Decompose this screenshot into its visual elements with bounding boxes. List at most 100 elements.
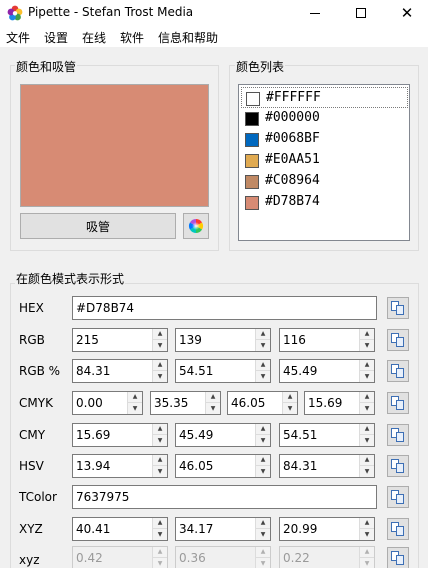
hex-field[interactable]: #D78B74 (72, 296, 377, 320)
copy-icon (391, 459, 405, 473)
spin-buttons[interactable]: ▲ ▼ (255, 360, 270, 382)
xyz-norm-y-value: 0.36 (179, 551, 206, 565)
cmyk-k-stepper[interactable]: 15.69 ▲ ▼ (304, 391, 375, 415)
copy-icon (391, 490, 405, 504)
rgb-label: RGB (19, 333, 45, 347)
spin-buttons: ▲ ▼ (255, 547, 270, 568)
copy-cmy-button[interactable] (387, 424, 409, 446)
spin-buttons[interactable]: ▲ ▼ (255, 424, 270, 446)
spin-buttons[interactable]: ▲ ▼ (359, 455, 374, 477)
menu-online[interactable]: 在线 (82, 29, 106, 46)
spin-buttons[interactable]: ▲ ▼ (282, 392, 297, 414)
list-item[interactable]: #000000 (241, 108, 408, 129)
spin-buttons[interactable]: ▲ ▼ (255, 329, 270, 351)
list-item-swatch (245, 196, 259, 210)
spin-buttons[interactable]: ▲ ▼ (255, 518, 270, 540)
list-item-hex: #000000 (265, 110, 320, 125)
list-item-swatch (245, 133, 259, 147)
spin-buttons[interactable]: ▲ ▼ (152, 455, 167, 477)
spin-buttons[interactable]: ▲ ▼ (152, 424, 167, 446)
spin-buttons[interactable]: ▲ ▼ (255, 455, 270, 477)
rgb-pct-label: RGB % (19, 364, 61, 378)
copy-icon (391, 333, 405, 347)
menu-file[interactable]: 文件 (6, 29, 30, 46)
tcolor-field[interactable]: 7637975 (72, 485, 377, 509)
copy-hsv-button[interactable] (387, 455, 409, 477)
xyz-norm-y-stepper: 0.36 ▲ ▼ (175, 546, 271, 568)
menu-software[interactable]: 软件 (120, 29, 144, 46)
spin-buttons[interactable]: ▲ ▼ (152, 518, 167, 540)
cmy-y-stepper[interactable]: 54.51 ▲ ▼ (279, 423, 375, 447)
maximize-icon (356, 8, 366, 18)
spin-buttons[interactable]: ▲ ▼ (359, 329, 374, 351)
spin-buttons[interactable]: ▲ ▼ (359, 518, 374, 540)
tcolor-label: TColor (19, 490, 57, 504)
rgb-pct-g-stepper[interactable]: 54.51 ▲ ▼ (175, 359, 271, 383)
spin-buttons[interactable]: ▲ ▼ (359, 360, 374, 382)
minimize-button[interactable] (292, 0, 338, 26)
list-item[interactable]: #E0AA51 (241, 150, 408, 171)
spin-buttons[interactable]: ▲ ▼ (152, 329, 167, 351)
hsv-v-value: 84.31 (283, 459, 318, 473)
xyz-y-stepper[interactable]: 34.17 ▲ ▼ (175, 517, 271, 541)
cmy-c-stepper[interactable]: 15.69 ▲ ▼ (72, 423, 168, 447)
xyz-x-stepper[interactable]: 40.41 ▲ ▼ (72, 517, 168, 541)
copy-icon (391, 428, 405, 442)
maximize-button[interactable] (338, 0, 384, 26)
hsv-v-stepper[interactable]: 84.31 ▲ ▼ (279, 454, 375, 478)
rgb-g-value: 139 (179, 333, 202, 347)
spin-buttons[interactable]: ▲ ▼ (205, 392, 220, 414)
rgb-r-stepper[interactable]: 215 ▲ ▼ (72, 328, 168, 352)
rgb-b-value: 116 (283, 333, 306, 347)
copy-cmyk-button[interactable] (387, 392, 409, 414)
title-bar: Pipette - Stefan Trost Media ✕ (0, 0, 428, 26)
color-wheel-icon (189, 219, 203, 233)
cmyk-y-stepper[interactable]: 46.05 ▲ ▼ (227, 391, 298, 415)
color-list[interactable]: #FFFFFF #000000 #0068BF #E0AA51 #C08964 … (238, 84, 410, 241)
cmy-m-value: 45.49 (179, 428, 214, 442)
list-item[interactable]: #0068BF (241, 129, 408, 150)
color-modes-title: 在颜色模式表示形式 (15, 270, 126, 287)
close-icon: ✕ (400, 3, 414, 22)
xyz-z-stepper[interactable]: 20.99 ▲ ▼ (279, 517, 375, 541)
spin-buttons: ▲ ▼ (359, 547, 374, 568)
list-item[interactable]: #D78B74 (241, 192, 408, 213)
list-item[interactable]: #C08964 (241, 171, 408, 192)
spin-buttons[interactable]: ▲ ▼ (127, 392, 142, 414)
copy-xyz-norm-button[interactable] (387, 547, 409, 568)
list-item[interactable]: #FFFFFF (241, 87, 408, 108)
xyz-norm-x-stepper: 0.42 ▲ ▼ (72, 546, 168, 568)
hsv-h-stepper[interactable]: 13.94 ▲ ▼ (72, 454, 168, 478)
copy-tcolor-button[interactable] (387, 486, 409, 508)
rgb-g-stepper[interactable]: 139 ▲ ▼ (175, 328, 271, 352)
list-item-swatch (246, 92, 260, 106)
copy-rgb-button[interactable] (387, 329, 409, 351)
xyz-label: XYZ (19, 522, 43, 536)
cmy-m-stepper[interactable]: 45.49 ▲ ▼ (175, 423, 271, 447)
copy-xyz-button[interactable] (387, 518, 409, 540)
menu-info-help[interactable]: 信息和帮助 (158, 29, 218, 46)
rgb-pct-b-stepper[interactable]: 45.49 ▲ ▼ (279, 359, 375, 383)
xyz-norm-z-stepper: 0.22 ▲ ▼ (279, 546, 375, 568)
copy-hex-button[interactable] (387, 297, 409, 319)
cmyk-m-stepper[interactable]: 35.35 ▲ ▼ (150, 391, 221, 415)
list-item-hex: #C08964 (265, 173, 320, 188)
spin-buttons[interactable]: ▲ ▼ (359, 424, 374, 446)
rgb-pct-r-stepper[interactable]: 84.31 ▲ ▼ (72, 359, 168, 383)
menu-settings[interactable]: 设置 (44, 29, 68, 46)
spin-buttons[interactable]: ▲ ▼ (152, 360, 167, 382)
cmy-y-value: 54.51 (283, 428, 318, 442)
hsv-s-stepper[interactable]: 46.05 ▲ ▼ (175, 454, 271, 478)
pipette-button[interactable]: 吸管 (20, 213, 176, 239)
copy-icon (391, 551, 405, 565)
rgb-b-stepper[interactable]: 116 ▲ ▼ (279, 328, 375, 352)
close-button[interactable]: ✕ (384, 0, 428, 26)
xyz-x-value: 40.41 (76, 522, 111, 536)
cmyk-c-stepper[interactable]: 0.00 ▲ ▼ (72, 391, 143, 415)
rgb-r-value: 215 (76, 333, 99, 347)
copy-rgb-pct-button[interactable] (387, 360, 409, 382)
color-wheel-button[interactable] (183, 213, 209, 239)
copy-icon (391, 396, 405, 410)
copy-icon (391, 301, 405, 315)
spin-buttons[interactable]: ▲ ▼ (359, 392, 374, 414)
